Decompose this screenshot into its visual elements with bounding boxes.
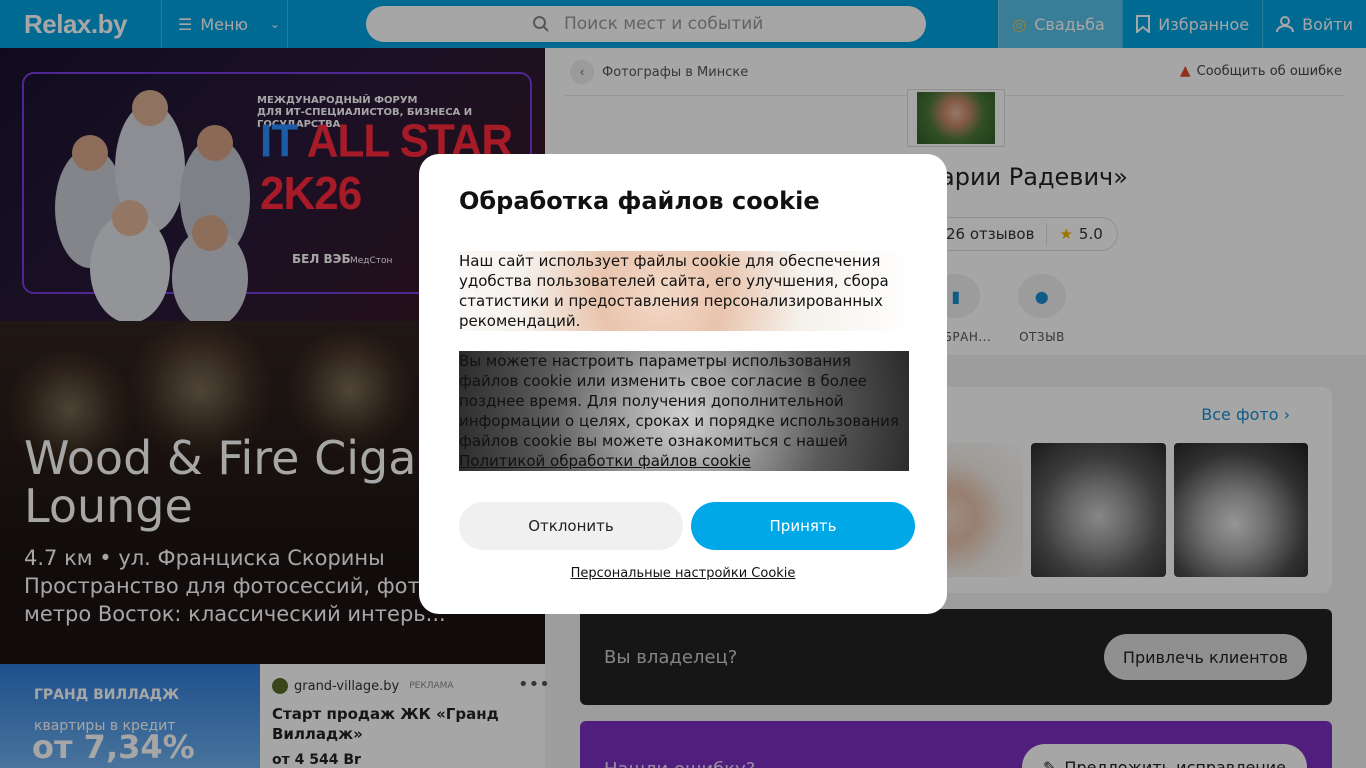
cookie-paragraph-2-text: Вы можете настроить параметры использова… — [459, 352, 899, 450]
decline-button[interactable]: Отклонить — [459, 502, 683, 550]
cookie-modal-title: Обработка файлов cookie — [459, 187, 820, 215]
cookie-policy-link[interactable]: Политикой обработки файлов cookie — [459, 452, 751, 470]
cookie-paragraph-1: Наш сайт использует файлы cookie для обе… — [459, 251, 909, 331]
cookie-modal: Обработка файлов cookie Наш сайт использ… — [419, 154, 947, 614]
accept-button[interactable]: Принять — [691, 502, 915, 550]
cookie-settings-link[interactable]: Персональные настройки Cookie — [419, 566, 947, 581]
cookie-paragraph-2: Вы можете настроить параметры использова… — [459, 351, 909, 471]
